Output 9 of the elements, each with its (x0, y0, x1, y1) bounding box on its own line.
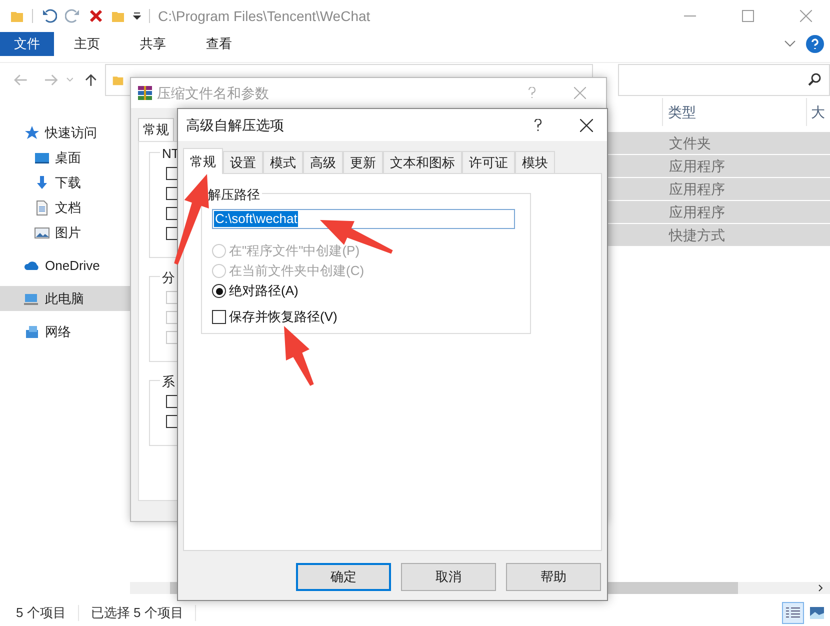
dialog-title: 压缩文件名和参数 (157, 84, 269, 102)
status-text: 5 个项目 (16, 604, 66, 622)
dialog-title: 高级自解压选项 (186, 116, 284, 134)
window-title: C:\Program Files\Tencent\WeChat (158, 6, 370, 26)
option-label: 在"程序文件"中创建(P) (229, 242, 360, 260)
option-label: 在当前文件夹中创建(C) (229, 262, 364, 280)
status-text: 已选择 5 个项目 (90, 604, 184, 622)
option-label: 保存并恢复路径(V) (229, 308, 338, 326)
option-label: 绝对路径(A) (229, 282, 298, 300)
